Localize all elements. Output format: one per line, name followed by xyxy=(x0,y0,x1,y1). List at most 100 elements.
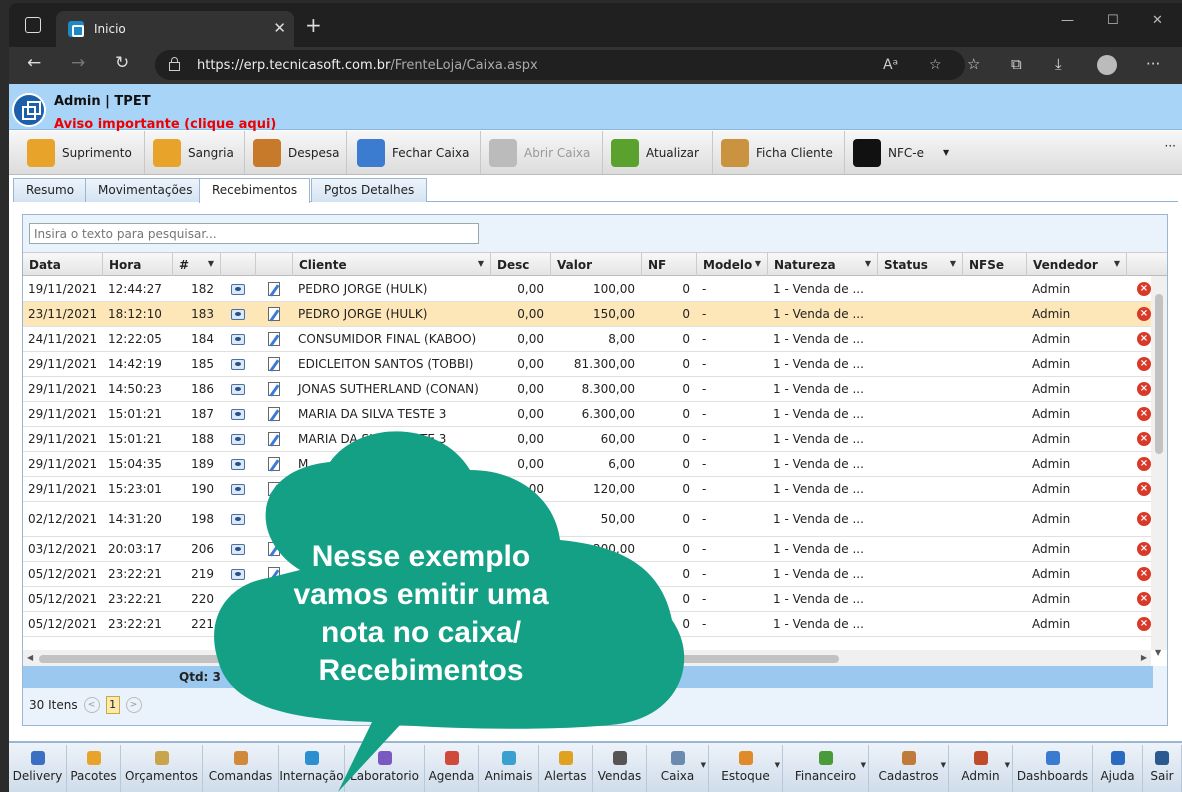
favorites-icon[interactable]: ☆ xyxy=(967,55,980,73)
dropdown-caret-icon[interactable]: ▼ xyxy=(941,761,946,769)
edit-icon[interactable] xyxy=(268,282,280,296)
delete-icon[interactable]: × xyxy=(1137,432,1151,446)
dropdown-caret-icon[interactable]: ▼ xyxy=(1005,761,1010,769)
maximize-icon[interactable]: ☐ xyxy=(1107,13,1119,28)
table-row[interactable]: 03/12/2021 20:03:17 206 200,00 0-1 - Venda d… xyxy=(23,537,1151,562)
nav-ajuda[interactable]: Ajuda xyxy=(1093,745,1143,792)
view-icon[interactable] xyxy=(231,459,245,470)
edit-icon[interactable] xyxy=(268,357,280,371)
back-icon[interactable]: ← xyxy=(27,53,41,73)
column-header[interactable]: Status ▼ xyxy=(878,253,963,276)
column-header[interactable]: Vendedor ▼ xyxy=(1027,253,1127,276)
tab-recebimentos[interactable]: Recebimentos xyxy=(199,178,311,203)
edit-icon[interactable] xyxy=(268,457,280,471)
edit-icon[interactable] xyxy=(268,512,280,526)
delete-icon[interactable]: × xyxy=(1137,382,1151,396)
close-tab-icon[interactable]: ✕ xyxy=(273,19,286,37)
delete-icon[interactable]: × xyxy=(1137,357,1151,371)
nav-delivery[interactable]: Delivery xyxy=(9,745,67,792)
view-icon[interactable] xyxy=(231,594,245,605)
table-row[interactable]: 24/11/2021 12:22:05 184 CONSUMIDOR FINAL (K… xyxy=(23,327,1151,352)
delete-icon[interactable]: × xyxy=(1137,407,1151,421)
abrir-caixa-button[interactable]: Abrir Caixa xyxy=(481,131,603,174)
nav-animais[interactable]: Animais xyxy=(479,745,539,792)
column-filter-icon[interactable]: ▼ xyxy=(208,259,214,268)
dropdown-caret-icon[interactable]: ▼ xyxy=(943,148,949,157)
sangria-button[interactable]: Sangria xyxy=(145,131,245,174)
table-row[interactable]: 02/12/2021 14:31:20 198 50,00 0- 1 - Venda de… xyxy=(23,502,1151,537)
column-filter-icon[interactable]: ▼ xyxy=(950,259,956,268)
table-row[interactable]: 29/11/2021 15:01:21 187 MARIA DA SILVA TEST… xyxy=(23,402,1151,427)
delete-icon[interactable]: × xyxy=(1137,592,1151,606)
view-icon[interactable] xyxy=(231,334,245,345)
table-row[interactable]: 23/11/2021 18:12:10 183 PEDRO JORGE (HULK) 0… xyxy=(23,302,1151,327)
column-filter-icon[interactable]: ▼ xyxy=(478,259,484,268)
collections-icon[interactable]: ⧉ xyxy=(1011,55,1022,73)
new-tab-icon[interactable]: + xyxy=(305,13,322,37)
nav-comandas[interactable]: Comandas xyxy=(203,745,279,792)
view-icon[interactable] xyxy=(231,409,245,420)
edit-icon[interactable] xyxy=(268,382,280,396)
column-header[interactable] xyxy=(221,253,256,276)
edit-icon[interactable] xyxy=(268,332,280,346)
scroll-right-icon[interactable]: ▶ xyxy=(1141,653,1147,662)
delete-icon[interactable]: × xyxy=(1137,482,1151,496)
minimize-icon[interactable]: — xyxy=(1061,13,1074,28)
prev-page-icon[interactable]: < xyxy=(83,697,100,713)
view-icon[interactable] xyxy=(231,484,245,495)
column-filter-icon[interactable]: ▼ xyxy=(755,259,761,268)
next-page-icon[interactable]: > xyxy=(125,697,142,713)
dropdown-caret-icon[interactable]: ▼ xyxy=(775,761,780,769)
nav-financeiro[interactable]: Financeiro ▼ xyxy=(783,745,869,792)
nav-dashboards[interactable]: Dashboards xyxy=(1013,745,1093,792)
nav-alertas[interactable]: Alertas xyxy=(539,745,593,792)
column-header[interactable]: Hora xyxy=(103,253,173,276)
forward-icon[interactable]: → xyxy=(71,53,85,73)
column-header[interactable]: NF xyxy=(642,253,697,276)
table-row[interactable]: 05/12/2021 23:22:21 219 0- 1 - Venda de ... A… xyxy=(23,562,1151,587)
table-row[interactable]: 29/11/2021 14:50:23 186 JONAS SUTHERLAND (C… xyxy=(23,377,1151,402)
column-header[interactable]: NFSe xyxy=(963,253,1027,276)
horizontal-scrollbar[interactable]: ◀ ▶ xyxy=(23,650,1151,666)
view-icon[interactable] xyxy=(231,619,245,630)
important-notice-link[interactable]: Aviso importante (clique aqui) xyxy=(54,117,276,132)
column-header[interactable]: Modelo ▼ xyxy=(697,253,768,276)
delete-icon[interactable]: × xyxy=(1137,567,1151,581)
view-icon[interactable] xyxy=(231,309,245,320)
table-row[interactable]: 29/11/2021 15:01:21 188 MARIA DA SILVA TEST… xyxy=(23,427,1151,452)
delete-icon[interactable]: × xyxy=(1137,282,1151,296)
view-icon[interactable] xyxy=(231,544,245,555)
table-row[interactable]: 29/11/2021 15:23:01 190 0,00 120,00 0- 1 - Ven… xyxy=(23,477,1151,502)
column-header[interactable]: Cliente ▼ xyxy=(293,253,491,276)
edit-icon[interactable] xyxy=(268,432,280,446)
nav-caixa[interactable]: Caixa ▼ xyxy=(647,745,709,792)
scroll-down-icon[interactable]: ▼ xyxy=(1155,648,1161,657)
search-input[interactable] xyxy=(29,223,479,244)
column-filter-icon[interactable]: ▼ xyxy=(1114,259,1120,268)
vertical-scrollbar[interactable]: ▼ xyxy=(1151,276,1167,657)
delete-icon[interactable]: × xyxy=(1137,512,1151,526)
view-icon[interactable] xyxy=(231,359,245,370)
nav-vendas[interactable]: Vendas xyxy=(593,745,647,792)
edit-icon[interactable] xyxy=(268,307,280,321)
nav-estoque[interactable]: Estoque ▼ xyxy=(709,745,783,792)
view-icon[interactable] xyxy=(231,284,245,295)
column-filter-icon[interactable]: ▼ xyxy=(865,259,871,268)
refresh-icon[interactable]: ↻ xyxy=(115,53,129,73)
dropdown-caret-icon[interactable]: ▼ xyxy=(701,761,706,769)
downloads-icon[interactable]: ⤓ xyxy=(1055,55,1062,73)
nav-admin[interactable]: Admin ▼ xyxy=(949,745,1013,792)
delete-icon[interactable]: × xyxy=(1137,542,1151,556)
edit-icon[interactable] xyxy=(268,407,280,421)
delete-icon[interactable]: × xyxy=(1137,457,1151,471)
read-aloud-icon[interactable]: Aᵃ xyxy=(883,57,898,73)
table-row[interactable]: 05/12/2021 23:22:21 221 0- 1 - Venda de ... A… xyxy=(23,612,1151,637)
nav-agenda[interactable]: Agenda xyxy=(425,745,479,792)
more-menu-icon[interactable]: ··· xyxy=(1146,55,1160,73)
nav-cadastros[interactable]: Cadastros ▼ xyxy=(869,745,949,792)
nav-pacotes[interactable]: Pacotes xyxy=(67,745,121,792)
delete-icon[interactable]: × xyxy=(1137,307,1151,321)
add-favorite-icon[interactable]: ☆ xyxy=(929,57,942,73)
table-row[interactable]: 19/11/2021 12:44:27 182 PEDRO JORGE (HULK) 0… xyxy=(23,277,1151,302)
nfc-e-button[interactable]: NFC-e ▼ xyxy=(845,131,955,174)
